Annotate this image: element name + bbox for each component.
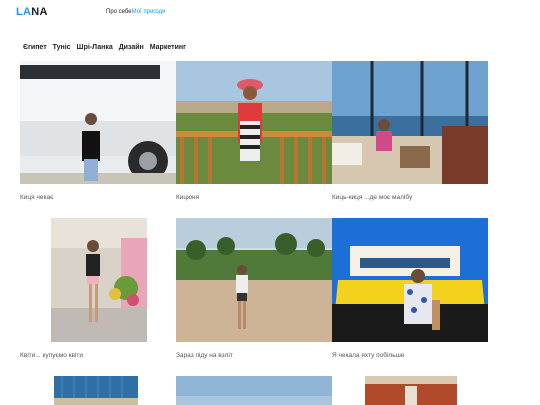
category-tunisia[interactable]: Туніс [53, 44, 71, 51]
photo-lounge[interactable] [332, 61, 488, 184]
caption-3: Киць-киця ...де моє малібу [332, 194, 413, 201]
caption-2: Кицюня [176, 194, 200, 201]
photo-row3-2[interactable] [176, 376, 332, 405]
logo-part1: LA [16, 6, 32, 18]
logo-part2: NA [31, 6, 48, 18]
caption-6: Я чекала яхту побільше [332, 352, 405, 359]
category-marketing[interactable]: Маркетинг [150, 44, 186, 51]
site-logo[interactable]: LANA [16, 6, 48, 18]
category-filter: Єгипет Туніс Шрі-Ланка Дизайн Маркетинг [23, 44, 190, 51]
caption-4: Квіти... купуємо квіти [20, 352, 84, 359]
top-nav: Про себеМої пригоди [106, 9, 165, 15]
photo-yacht[interactable] [332, 218, 488, 342]
photo-row3-1[interactable] [54, 376, 138, 405]
caption-5: Зараз піду на взліт [176, 352, 233, 359]
nav-adventures[interactable]: Мої пригоди [132, 9, 166, 15]
category-design[interactable]: Дизайн [119, 44, 144, 51]
photo-row3-3[interactable] [365, 376, 457, 405]
nav-about[interactable]: Про себе [106, 9, 132, 15]
photo-bus[interactable] [20, 61, 176, 184]
photo-beach[interactable] [176, 218, 332, 342]
caption-1: Киця чекає [20, 194, 54, 201]
category-egypt[interactable]: Єгипет [23, 44, 47, 51]
photo-terrace[interactable] [176, 61, 332, 184]
category-srilanka[interactable]: Шрі-Ланка [77, 44, 113, 51]
photo-flowers[interactable] [51, 218, 147, 342]
